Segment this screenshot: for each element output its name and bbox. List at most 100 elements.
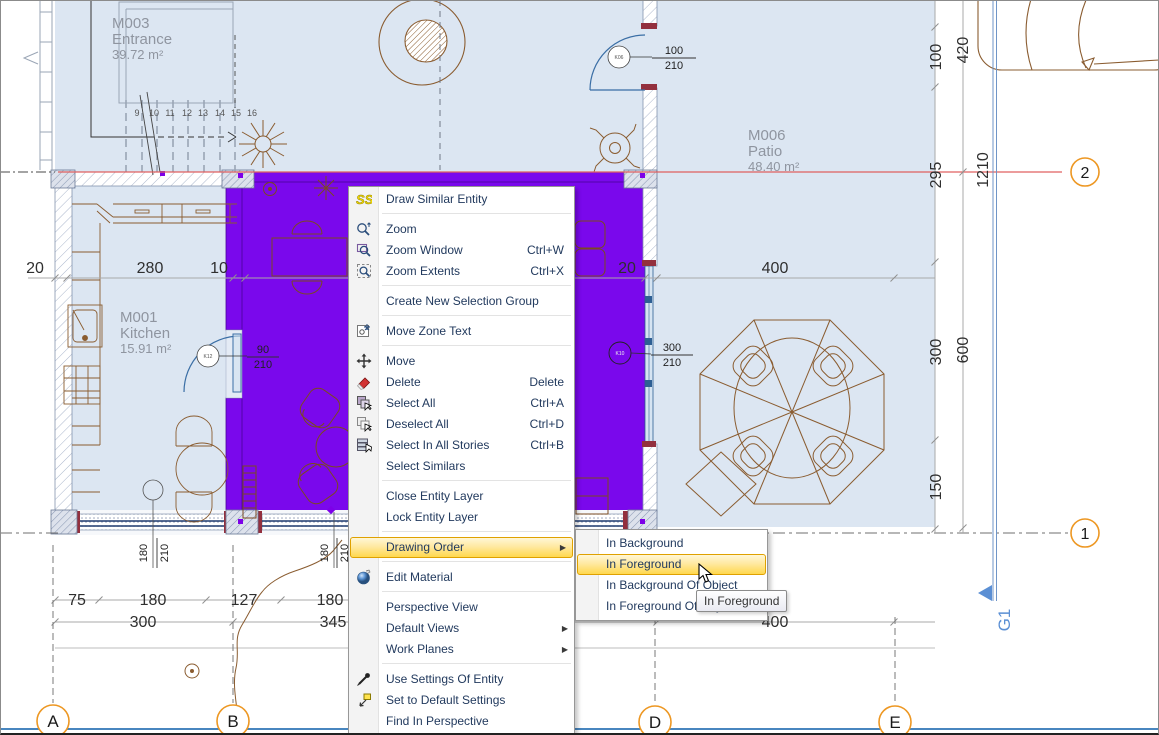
menu-item-label: Use Settings Of Entity xyxy=(386,672,503,686)
edit-material-icon xyxy=(356,569,372,585)
no-icon xyxy=(356,293,372,309)
svg-text:M006: M006 xyxy=(748,127,786,144)
menu-item-move[interactable]: Move xyxy=(349,351,574,372)
menu-item-zoom-window[interactable]: Zoom Window Ctrl+W xyxy=(349,240,574,261)
svg-text:9: 9 xyxy=(134,108,139,118)
zoom-icon xyxy=(356,221,372,237)
menu-item-draw-similar-entity[interactable]: SS Draw Similar Entity xyxy=(349,189,574,210)
menu-item-default-views[interactable]: Default Views ▶ xyxy=(349,618,574,639)
eyedropper-icon xyxy=(356,671,372,687)
svg-text:300: 300 xyxy=(663,342,681,354)
svg-text:20: 20 xyxy=(618,260,636,277)
no-icon xyxy=(356,713,372,729)
svg-text:180: 180 xyxy=(317,592,344,609)
svg-text:345: 345 xyxy=(320,614,347,631)
menu-item-label: Work Planes xyxy=(386,642,454,656)
menu-item-label: Move Zone Text xyxy=(386,324,471,338)
svg-text:D: D xyxy=(649,713,661,732)
menu-item-label: Delete xyxy=(386,375,421,389)
menu-item-shortcut: Ctrl+A xyxy=(530,393,564,414)
svg-text:12: 12 xyxy=(182,108,192,118)
menu-item-edit-material[interactable]: Edit Material xyxy=(349,567,574,588)
move-zone-text-icon xyxy=(356,323,372,339)
zoom-extents-icon xyxy=(356,263,372,279)
submenu-item-label: In Background xyxy=(606,536,683,550)
svg-text:210: 210 xyxy=(665,60,683,72)
svg-text:Patio: Patio xyxy=(748,143,782,160)
svg-text:20: 20 xyxy=(26,260,44,277)
menu-item-select-similars[interactable]: Select Similars xyxy=(349,456,574,477)
svg-text:295: 295 xyxy=(928,162,945,189)
delete-icon xyxy=(356,374,372,390)
svg-text:E: E xyxy=(889,713,900,732)
svg-text:39.72 m²: 39.72 m² xyxy=(112,47,164,62)
svg-text:1210: 1210 xyxy=(975,152,992,188)
menu-separator xyxy=(382,345,571,347)
drawing-canvas[interactable]: K06 100 210 K12 90 210 K10 300 210 xyxy=(0,0,1159,735)
svg-text:75: 75 xyxy=(68,592,86,609)
menu-item-perspective-view[interactable]: Perspective View xyxy=(349,597,574,618)
svg-text:Entrance: Entrance xyxy=(112,31,172,48)
svg-text:400: 400 xyxy=(762,260,789,277)
menu-item-label: Move xyxy=(386,354,415,368)
menu-item-drawing-order[interactable]: Drawing Order ▶ xyxy=(350,537,573,558)
menu-separator xyxy=(382,561,571,563)
svg-text:A: A xyxy=(47,712,59,731)
menu-item-label: Close Entity Layer xyxy=(386,489,483,503)
car-symbol xyxy=(978,0,1159,70)
svg-text:300: 300 xyxy=(130,614,157,631)
svg-text:K10: K10 xyxy=(616,351,625,357)
svg-text:10: 10 xyxy=(210,260,228,277)
svg-text:K06: K06 xyxy=(615,55,624,61)
menu-item-zoom-extents[interactable]: Zoom Extents Ctrl+X xyxy=(349,261,574,282)
svg-text:M001: M001 xyxy=(120,309,158,326)
menu-separator xyxy=(382,315,571,317)
menu-item-select-all[interactable]: Select All Ctrl+A xyxy=(349,393,574,414)
menu-item-delete[interactable]: Delete Delete xyxy=(349,372,574,393)
tooltip: In Foreground xyxy=(696,590,787,612)
svg-text:Kitchen: Kitchen xyxy=(120,325,170,342)
menu-item-create-new-selection-group[interactable]: Create New Selection Group xyxy=(349,291,574,312)
menu-item-label: Set to Default Settings xyxy=(386,693,505,707)
menu-item-zoom[interactable]: Zoom xyxy=(349,219,574,240)
submenu-item-in-foreground[interactable]: In Foreground xyxy=(577,554,766,575)
menu-item-find-in-perspective[interactable]: Find In Perspective xyxy=(349,711,574,732)
menu-item-use-settings-of-entity[interactable]: Use Settings Of Entity xyxy=(349,669,574,690)
submenu-item-label: In Foreground xyxy=(606,557,681,571)
menu-item-label: Default Views xyxy=(386,621,459,635)
menu-item-select-in-all-stories[interactable]: Select In All Stories Ctrl+B xyxy=(349,435,574,456)
menu-item-close-entity-layer[interactable]: Close Entity Layer xyxy=(349,486,574,507)
menu-item-set-to-default-settings[interactable]: Set to Default Settings xyxy=(349,690,574,711)
submenu-item-in-background[interactable]: In Background xyxy=(576,533,767,554)
menu-item-label: Create New Selection Group xyxy=(386,294,539,308)
svg-text:210: 210 xyxy=(663,357,681,369)
menu-item-shortcut: Ctrl+D xyxy=(530,414,564,435)
menu-separator xyxy=(382,591,571,593)
svg-text:16: 16 xyxy=(247,108,257,118)
no-icon xyxy=(356,620,372,636)
no-icon xyxy=(356,509,372,525)
menu-item-shortcut: Ctrl+B xyxy=(530,435,564,456)
svg-text:150: 150 xyxy=(928,474,945,501)
no-icon xyxy=(356,458,372,474)
menu-item-move-zone-text[interactable]: Move Zone Text xyxy=(349,321,574,342)
svg-text:10: 10 xyxy=(149,108,159,118)
svg-text:180: 180 xyxy=(138,544,150,562)
no-icon xyxy=(356,599,372,615)
context-menu: SS Draw Similar Entity Zoom Zoom Window … xyxy=(348,186,575,735)
svg-text:13: 13 xyxy=(198,108,208,118)
svg-text:100: 100 xyxy=(928,44,945,71)
svg-text:SS: SS xyxy=(356,192,372,207)
menu-item-label: Zoom Extents xyxy=(386,264,460,278)
svg-text:M003: M003 xyxy=(112,15,150,32)
menu-item-lock-entity-layer[interactable]: Lock Entity Layer xyxy=(349,507,574,528)
menu-item-label: Select In All Stories xyxy=(386,438,489,452)
menu-separator xyxy=(382,213,571,215)
svg-text:11: 11 xyxy=(165,108,174,118)
g1-label: G1 xyxy=(995,609,1014,632)
menu-item-label: Edit Material xyxy=(386,570,453,584)
menu-item-deselect-all[interactable]: Deselect All Ctrl+D xyxy=(349,414,574,435)
menu-item-work-planes[interactable]: Work Planes ▶ xyxy=(349,639,574,660)
g1-marker xyxy=(978,585,992,601)
svg-text:K12: K12 xyxy=(204,354,213,360)
